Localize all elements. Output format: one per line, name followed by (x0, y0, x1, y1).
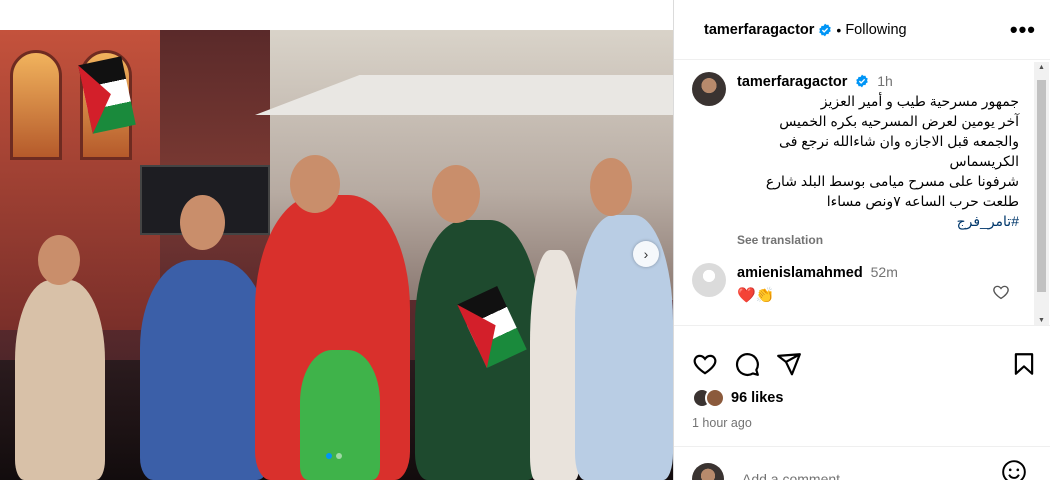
post-side-panel: tamerfaragactor • Following ••• tamerfar… (673, 0, 1050, 480)
cast-member-head (38, 235, 80, 285)
carousel-indicator (326, 453, 342, 459)
like-heart-icon[interactable] (692, 351, 718, 377)
cast-member (140, 260, 270, 480)
caption-text: جمهور مسرحية طيب و أمير العزيز آخر يومين… (737, 91, 1019, 231)
carousel-dot (336, 453, 342, 459)
header-separator: • (836, 21, 842, 38)
post-actions: 96 likes 1 hour ago (674, 325, 1050, 430)
liker-avatar (705, 388, 725, 408)
caption-line: جمهور مسرحية طيب و أمير العزيز (820, 93, 1019, 109)
comment-icon[interactable] (734, 351, 760, 377)
share-icon[interactable] (776, 351, 802, 377)
cast-member-head (590, 158, 632, 216)
verified-badge-icon (819, 23, 832, 36)
caption-line: شرفونا على مسرح ميامى بوسط البلد شارع (765, 173, 1019, 189)
scroll-up-icon[interactable]: ▲ (1037, 64, 1046, 71)
chevron-right-icon: › (643, 246, 649, 262)
current-user-avatar (692, 462, 724, 480)
likes-count[interactable]: 96 likes (731, 390, 783, 406)
cast-member-head (180, 195, 225, 250)
cast-member-head (290, 155, 340, 213)
verified-badge-icon (856, 74, 869, 88)
author-username[interactable]: tamerfaragactor (704, 22, 814, 38)
caption-line: طلعت حرب الساعه ٧ونص مساءا (826, 193, 1019, 209)
see-translation-link[interactable]: See translation (737, 233, 1016, 247)
comment-like-heart-icon[interactable] (992, 283, 1010, 301)
comment-input[interactable] (742, 470, 982, 480)
carousel-dot-active (326, 453, 332, 459)
cast-member (530, 250, 580, 480)
comments-list: tamerfaragactor 1h جمهور مسرحية طيب و أم… (674, 60, 1036, 325)
caption-username[interactable]: tamerfaragactor (737, 74, 847, 90)
caption-hashtag[interactable]: #تامر_فرج (737, 211, 1019, 231)
caption-line: آخر يومين لعرض المسرحيه بكره الخميس (779, 113, 1019, 129)
scrollbar-thumb[interactable] (1037, 80, 1046, 292)
carousel-next-button[interactable]: › (633, 241, 659, 267)
window-arch (10, 50, 62, 160)
comment-time[interactable]: 52m (871, 264, 898, 280)
post-header: tamerfaragactor • Following ••• (674, 0, 1050, 60)
cast-member-head (432, 165, 480, 223)
author-avatar[interactable] (692, 72, 726, 106)
comment-composer (674, 446, 1050, 480)
post-caption: tamerfaragactor 1h جمهور مسرحية طيب و أم… (674, 60, 1036, 247)
post-media[interactable]: › (0, 0, 673, 480)
cast-member-pants (300, 350, 380, 480)
caption-line: والجمعه قبل الاجازه وان شاءالله نرجع فى (779, 133, 1019, 149)
save-bookmark-icon[interactable] (1011, 351, 1037, 377)
commenter-username[interactable]: amienislamahmed (737, 265, 863, 281)
post-photo (0, 30, 673, 480)
comments-scrollbar[interactable]: ▲ ▼ (1034, 62, 1049, 326)
scroll-down-icon[interactable]: ▼ (1037, 317, 1046, 324)
cast-member (15, 280, 105, 480)
more-options-icon[interactable]: ••• (1010, 18, 1036, 41)
post-timestamp[interactable]: 1 hour ago (674, 416, 1050, 430)
comment-text: ❤️👏 (737, 287, 775, 304)
following-button[interactable]: Following (845, 22, 906, 38)
caption-time[interactable]: 1h (877, 73, 893, 89)
comment-item: amienislamahmed 52m ❤️👏 (674, 247, 1036, 305)
commenter-avatar[interactable] (692, 263, 726, 297)
emoji-picker-icon[interactable] (1001, 459, 1027, 480)
caption-line: الكريسماس (949, 153, 1019, 169)
likes-summary[interactable]: 96 likes (674, 388, 1050, 408)
